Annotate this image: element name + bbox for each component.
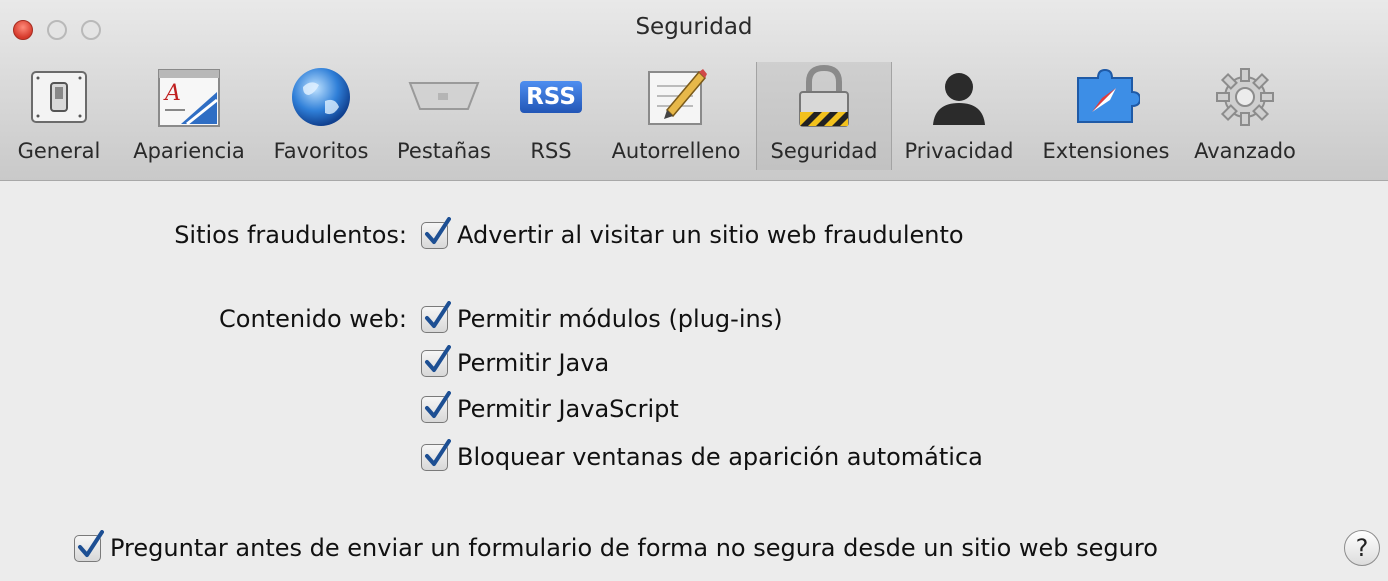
tab-rss[interactable]: RSS RSS [506, 62, 596, 170]
person-icon [892, 62, 1026, 132]
preferences-tabs: General A Apariencia Favoritos Pestañas … [0, 62, 1304, 170]
form-warning-checkbox-row[interactable]: Preguntar antes de enviar un formulario … [74, 529, 1158, 566]
javascript-checkbox[interactable] [421, 390, 451, 423]
tab-favoritos[interactable]: Favoritos [260, 62, 382, 170]
fraud-warning-text: Advertir al visitar un sitio web fraudul… [457, 221, 964, 249]
tab-extensiones-label: Extensiones [1042, 139, 1170, 163]
rss-badge: RSS [520, 81, 582, 113]
fraud-warning-checkbox[interactable] [421, 216, 451, 249]
tab-general[interactable]: General [0, 62, 118, 170]
globe-icon [260, 62, 382, 132]
tab-favoritos-label: Favoritos [273, 139, 369, 163]
tab-pestanas[interactable]: Pestañas [382, 62, 506, 170]
tab-seguridad-label: Seguridad [770, 139, 878, 163]
popup-block-checkbox-row[interactable]: Bloquear ventanas de aparición automátic… [421, 438, 983, 475]
tab-privacidad-label: Privacidad [904, 139, 1014, 163]
fraud-sites-label: Sitios fraudulentos: [174, 221, 407, 249]
security-pane: Sitios fraudulentos: Advertir al visitar… [0, 181, 1388, 581]
lock-icon [757, 62, 891, 132]
javascript-text: Permitir JavaScript [457, 395, 679, 423]
tab-autorrelleno-label: Autorrelleno [611, 139, 741, 163]
puzzle-icon [1026, 62, 1186, 132]
tab-apariencia[interactable]: A Apariencia [118, 62, 260, 170]
tab-rss-label: RSS [530, 139, 572, 163]
web-content-label: Contenido web: [219, 305, 407, 333]
java-checkbox[interactable] [421, 344, 451, 377]
popup-block-text: Bloquear ventanas de aparición automátic… [457, 443, 983, 471]
tab-avanzado[interactable]: Avanzado [1186, 62, 1304, 170]
tab-seguridad[interactable]: Seguridad [756, 62, 892, 170]
switch-icon [0, 62, 118, 132]
tab-avanzado-label: Avanzado [1194, 139, 1296, 163]
font-icon: A [118, 62, 260, 132]
pencil-icon [596, 62, 756, 132]
tab-pestanas-label: Pestañas [397, 139, 491, 163]
toolbar: Seguridad General A Apariencia Favoritos… [0, 0, 1388, 181]
tab-icon [382, 62, 506, 132]
plugins-checkbox-row[interactable]: Permitir módulos (plug-ins) [421, 300, 783, 337]
fraud-warning-checkbox-row[interactable]: Advertir al visitar un sitio web fraudul… [421, 216, 964, 253]
tab-general-label: General [17, 139, 101, 163]
tab-extensiones[interactable]: Extensiones [1026, 62, 1186, 170]
plugins-text: Permitir módulos (plug-ins) [457, 305, 783, 333]
plugins-checkbox[interactable] [421, 300, 451, 333]
tab-privacidad[interactable]: Privacidad [892, 62, 1026, 170]
help-button[interactable]: ? [1344, 530, 1380, 566]
tab-apariencia-label: Apariencia [133, 139, 245, 163]
popup-block-checkbox[interactable] [421, 438, 451, 471]
javascript-checkbox-row[interactable]: Permitir JavaScript [421, 390, 679, 427]
java-checkbox-row[interactable]: Permitir Java [421, 344, 610, 381]
gear-icon [1186, 62, 1304, 132]
java-text: Permitir Java [457, 349, 610, 377]
rss-icon: RSS [506, 62, 596, 132]
form-warning-checkbox[interactable] [74, 529, 104, 562]
form-warning-text: Preguntar antes de enviar un formulario … [110, 534, 1158, 562]
tab-autorrelleno[interactable]: Autorrelleno [596, 62, 756, 170]
window-title: Seguridad [635, 14, 753, 40]
svg-text:A: A [163, 81, 181, 106]
